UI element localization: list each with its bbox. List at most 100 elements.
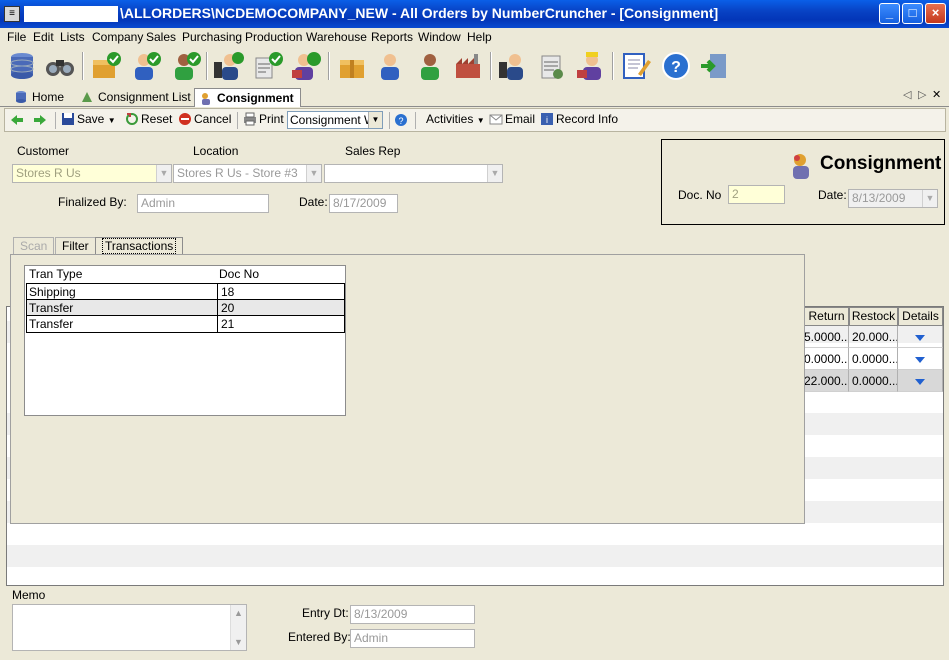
sales-rep-icon[interactable] [496,50,528,82]
box-icon[interactable] [336,50,368,82]
employee-icon[interactable] [414,50,446,82]
menu-help[interactable]: Help [467,30,492,44]
chevron-down-icon[interactable] [915,356,925,363]
vendor-check-icon[interactable] [290,50,322,82]
activities-button[interactable]: Activities ▼ [426,112,485,126]
transactions-table[interactable]: Tran Type Doc No Shipping 18 Transfer 20… [24,265,346,416]
menu-lists[interactable]: Lists [60,30,85,44]
database-icon[interactable] [6,50,38,82]
grid-row-details[interactable] [898,326,943,348]
menu-company[interactable]: Company [92,30,143,44]
tab-scroll-right[interactable]: ▷ [918,88,926,101]
doc-no-field[interactable]: 2 [728,185,785,204]
tab-scroll-left[interactable]: ◁ [903,88,911,101]
scroll-up-icon[interactable]: ▲ [234,608,243,618]
employee-check-icon[interactable] [170,50,202,82]
grid-row-details[interactable] [898,348,943,370]
column-header-doc-no[interactable]: Doc No [216,266,344,283]
forward-arrow-icon[interactable] [33,113,47,127]
memo-scrollbar[interactable]: ▲ ▼ [230,605,246,650]
location-label: Location [193,144,239,158]
menu-production[interactable]: Production [245,30,302,44]
grid-cell-restock[interactable]: 0.0000... [849,370,898,392]
grid-cell-restock[interactable]: 0.0000... [849,348,898,370]
chevron-down-icon[interactable]: ▼ [368,112,382,128]
menu-purchasing[interactable]: Purchasing [182,30,242,44]
tab-close[interactable]: ✕ [932,88,941,101]
grid-row-details[interactable] [898,370,943,392]
column-header-restock[interactable]: Restock [849,307,898,326]
chevron-down-icon[interactable] [915,334,925,341]
chevron-down-icon[interactable]: ▼ [922,190,937,207]
help-icon[interactable]: ? [660,50,692,82]
header-date-picker[interactable]: 8/13/2009 ▼ [848,189,938,208]
sales-rep-check-icon[interactable] [212,50,244,82]
maximize-button[interactable]: □ [902,3,923,24]
table-row[interactable]: Shipping 18 [27,284,344,300]
email-button[interactable]: Email [489,112,535,126]
vendor-icon[interactable] [574,50,606,82]
customer-select[interactable]: Stores R Us ▼ [12,164,172,183]
record-info-button[interactable]: i Record Info [540,112,618,126]
chevron-down-icon[interactable] [915,378,925,385]
box-check-icon[interactable] [90,50,122,82]
menu-warehouse[interactable]: Warehouse [306,30,367,44]
entry-dt-field[interactable]: 8/13/2009 [350,605,475,624]
menu-file[interactable]: File [7,30,26,44]
grid-cell-return[interactable]: 0.0000... [804,348,849,370]
exit-icon[interactable] [698,50,730,82]
reset-button[interactable]: Reset [125,112,172,126]
table-row[interactable]: Transfer 21 [27,316,344,332]
location-select[interactable]: Stores R Us - Store #3 ▼ [173,164,322,183]
sales-rep-select[interactable]: ▼ [324,164,503,183]
menu-window[interactable]: Window [418,30,461,44]
binoculars-icon[interactable] [44,50,76,82]
minimize-button[interactable]: _ [879,3,900,24]
customer-check-icon[interactable] [130,50,162,82]
back-arrow-icon[interactable] [10,113,24,127]
menu-reports[interactable]: Reports [371,30,413,44]
chevron-down-icon[interactable]: ▼ [306,165,321,182]
close-button[interactable]: × [925,3,946,24]
grid-cell-return[interactable]: 5.0000... [804,326,849,348]
save-button[interactable]: Save ▼ [61,112,116,126]
reset-icon [126,113,138,125]
scroll-down-icon[interactable]: ▼ [234,637,243,647]
help-icon[interactable]: ? [394,113,408,127]
factory-icon[interactable] [452,50,484,82]
window-title: \ALLORDERS\NCDEMOCOMPANY_NEW - All Order… [120,5,719,21]
chevron-down-icon[interactable]: ▼ [108,116,116,125]
menu-sales[interactable]: Sales [146,30,176,44]
tab-scan[interactable]: Scan [13,237,55,255]
chevron-down-icon[interactable]: ▼ [156,165,171,182]
column-header-details[interactable]: Details [898,307,943,326]
cancel-button[interactable]: Cancel [178,112,231,126]
shipping-icon[interactable] [536,50,568,82]
grid-cell-restock[interactable]: 20.000... [849,326,898,348]
tab-home[interactable]: Home [10,88,70,107]
memo-textarea[interactable]: ▲ ▼ [12,604,247,651]
table-row[interactable]: Transfer 20 [27,300,344,316]
finalized-date-field[interactable]: 8/17/2009 [329,194,398,213]
tab-filter[interactable]: Filter [55,237,96,255]
tab-consignment[interactable]: Consignment [194,88,301,107]
customer-icon[interactable] [374,50,406,82]
print-format-select[interactable]: Consignment W ▼ [287,111,383,129]
stop-icon [179,113,191,125]
customer-label: Customer [17,144,70,158]
tab-transactions[interactable]: Transactions [95,237,184,255]
app-icon[interactable]: ≡ [4,6,20,22]
menu-edit[interactable]: Edit [33,30,54,44]
chevron-down-icon[interactable]: ▼ [477,116,485,125]
tab-consignment-list[interactable]: Consignment List [76,88,197,107]
grid-cell-return[interactable]: 22.000... [804,370,849,392]
column-header-tran-type[interactable]: Tran Type [26,266,216,283]
notes-icon[interactable] [620,50,652,82]
print-button[interactable]: Print [243,112,284,126]
finalized-by-field[interactable]: Admin [137,194,269,213]
column-header-return[interactable]: Return [804,307,849,326]
shipping-check-icon[interactable] [252,50,284,82]
entered-by-field[interactable]: Admin [350,629,475,648]
chevron-down-icon[interactable]: ▼ [487,165,502,182]
document-header: Consignment Doc. No 2 Date: 8/13/2009 ▼ [661,139,945,225]
